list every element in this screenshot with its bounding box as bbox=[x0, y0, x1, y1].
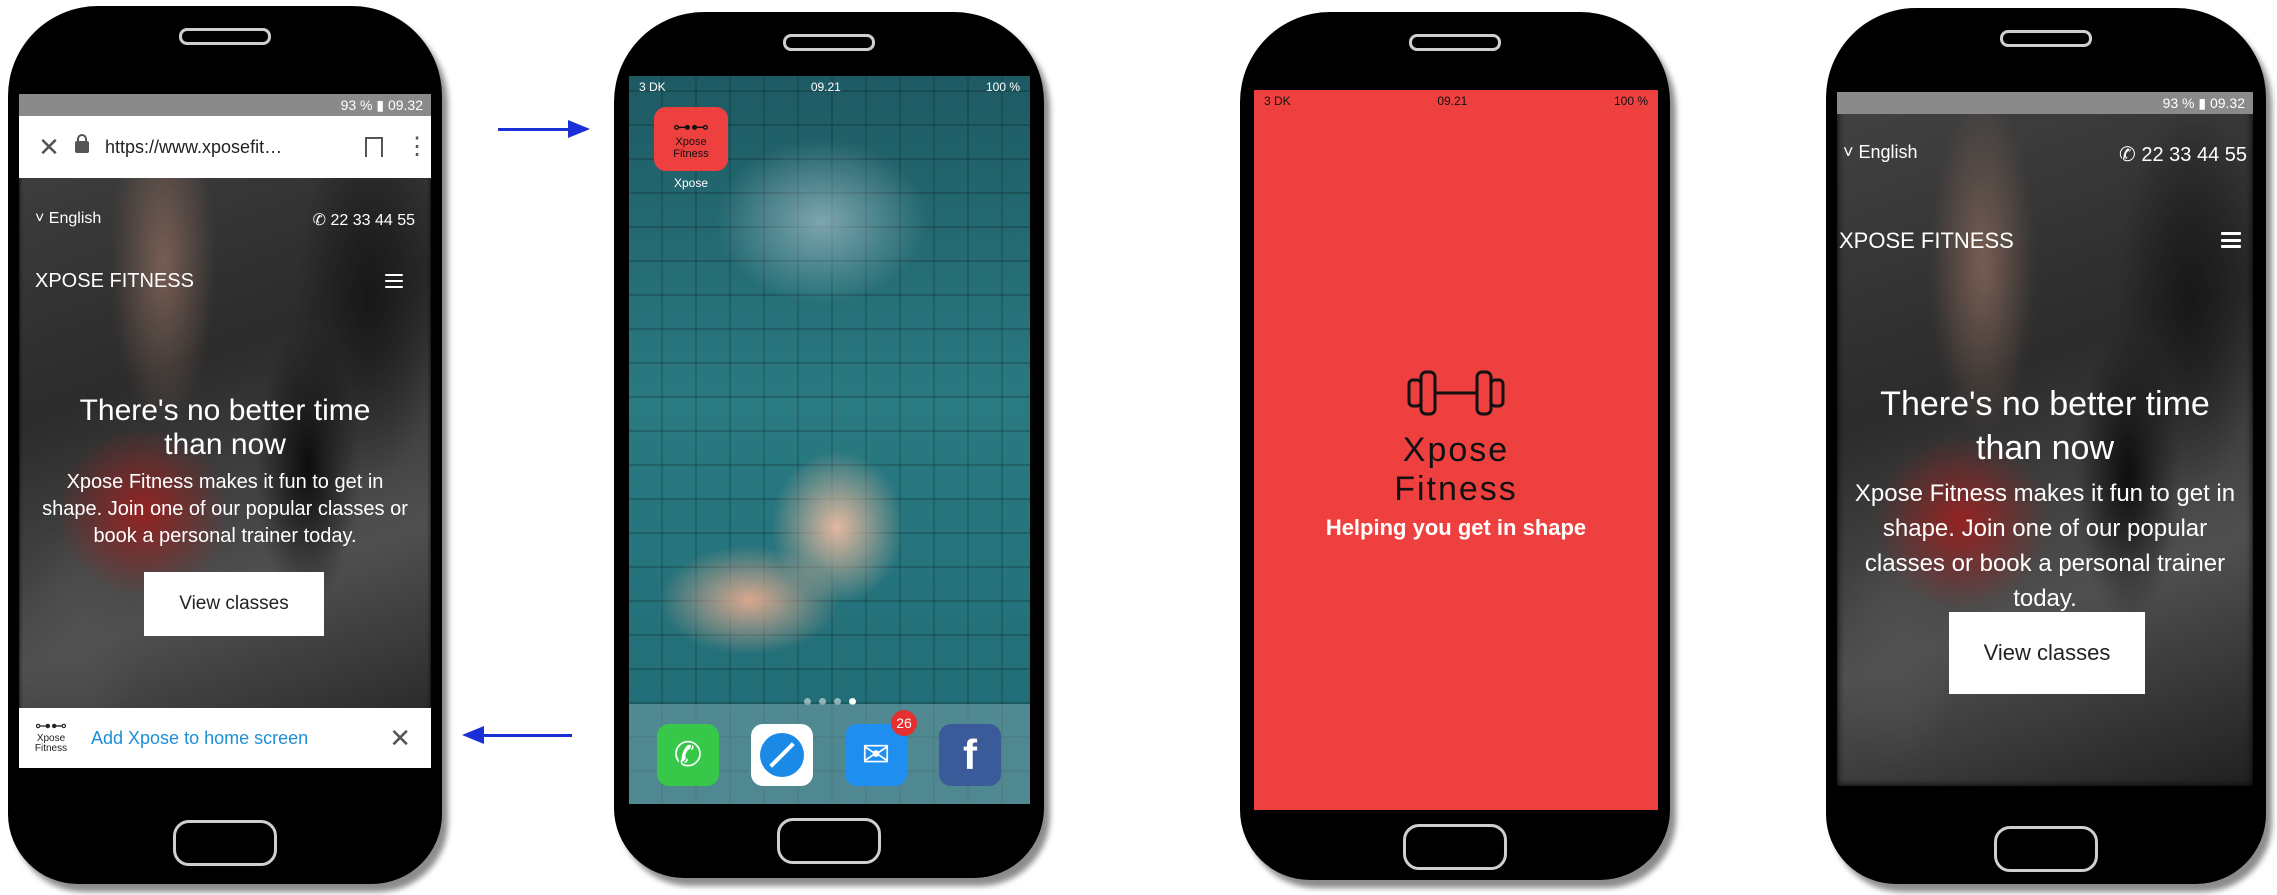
home-button[interactable] bbox=[777, 818, 881, 864]
lock-icon bbox=[75, 134, 89, 153]
safari-icon[interactable] bbox=[751, 724, 813, 786]
phone-1: 93 % ▮ 09.32 ✕ https://www.xposefit… ⋮ ˅… bbox=[8, 6, 442, 884]
phone-icon: ✆ bbox=[2119, 144, 2142, 166]
speaker bbox=[2000, 30, 2092, 47]
close-icon[interactable]: ✕ bbox=[389, 723, 411, 754]
xpose-app-icon[interactable]: ⊶⊷ Xpose Fitness bbox=[654, 107, 728, 171]
menu-icon[interactable] bbox=[2221, 232, 2241, 248]
logo-line-2: Fitness bbox=[1394, 470, 1518, 508]
app-label: Xpose bbox=[673, 176, 709, 190]
logo-line-1: Xpose bbox=[1402, 431, 1510, 469]
arrow-right bbox=[498, 120, 590, 138]
phone-icon: ✆ bbox=[312, 212, 331, 229]
phone-3-screen: 3 DK 09.21 100 % Xpose Fitness Helping y… bbox=[1254, 90, 1658, 810]
phone-4: 93 % ▮ 09.32 ˅ English ✆ 22 33 44 55 XPO… bbox=[1826, 8, 2266, 884]
chevron-down-icon: ˅ bbox=[35, 210, 49, 227]
hero-subtext: Xpose Fitness makes it fun to get in sha… bbox=[1854, 480, 2236, 612]
tagline: Helping you get in shape bbox=[1325, 515, 1587, 540]
phone-number[interactable]: ✆ 22 33 44 55 bbox=[313, 210, 415, 230]
dock: ✆ ✉ 26 f bbox=[629, 704, 1030, 804]
bookmark-icon[interactable] bbox=[365, 137, 383, 157]
add-to-home-link[interactable]: Add Xpose to home screen bbox=[91, 728, 389, 749]
chevron-down-icon: ˅ bbox=[1843, 142, 1859, 162]
mail-badge: 26 bbox=[891, 710, 917, 736]
status-bar: 93 % ▮ 09.32 bbox=[1837, 92, 2253, 114]
phone-app-icon[interactable]: ✆ bbox=[657, 724, 719, 786]
install-logo: ⊶⊷ Xpose Fitness bbox=[34, 718, 68, 754]
dumbbell-icon: ⊶⊷ bbox=[673, 117, 709, 137]
language-selector[interactable]: ˅ English bbox=[35, 210, 101, 230]
phone-4-screen: 93 % ▮ 09.32 ˅ English ✆ 22 33 44 55 XPO… bbox=[1837, 92, 2253, 786]
phone-1-screen: 93 % ▮ 09.32 ✕ https://www.xposefit… ⋮ ˅… bbox=[19, 94, 431, 768]
hero-title: There's no better time than now bbox=[1880, 385, 2210, 467]
site-topbar: ˅ English ✆ 22 33 44 55 bbox=[1837, 142, 2253, 167]
splash-logo: Xpose Fitness Helping you get in shape bbox=[1254, 360, 1658, 541]
speaker bbox=[1409, 34, 1501, 51]
view-classes-button[interactable]: View classes bbox=[144, 572, 324, 636]
more-icon[interactable]: ⋮ bbox=[405, 135, 429, 159]
status-bar: 3 DK 09.21 100 % bbox=[1264, 94, 1648, 108]
language-selector[interactable]: ˅ English bbox=[1843, 142, 1918, 167]
speaker bbox=[783, 34, 875, 51]
brand-logo[interactable]: XPOSE FITNESS bbox=[35, 270, 194, 293]
view-classes-button[interactable]: View classes bbox=[1949, 612, 2145, 694]
arrow-left bbox=[462, 726, 572, 744]
brand-logo[interactable]: XPOSE FITNESS bbox=[1839, 228, 2014, 254]
address-bar: ✕ https://www.xposefit… ⋮ bbox=[19, 116, 431, 178]
speaker bbox=[179, 28, 271, 45]
facebook-icon[interactable]: f bbox=[939, 724, 1001, 786]
hero-subtext: Xpose Fitness makes it fun to get in sha… bbox=[42, 471, 408, 547]
phone-number[interactable]: ✆ 22 33 44 55 bbox=[2119, 142, 2247, 167]
hero-title: There's no better time than now bbox=[79, 394, 371, 461]
url-field[interactable]: https://www.xposefit… bbox=[105, 137, 343, 158]
dumbbell-icon bbox=[1407, 370, 1505, 416]
phone-3: 3 DK 09.21 100 % Xpose Fitness Helping y… bbox=[1240, 12, 1670, 880]
add-to-home-banner[interactable]: ⊶⊷ Xpose Fitness Add Xpose to home screen… bbox=[19, 708, 431, 768]
phone-2-screen: 3 DK 09.21 100 % ⊶⊷ Xpose Fitness Xpose … bbox=[629, 76, 1030, 804]
phone-2: 3 DK 09.21 100 % ⊶⊷ Xpose Fitness Xpose … bbox=[614, 12, 1044, 878]
status-bar: 93 % ▮ 09.32 bbox=[19, 94, 431, 116]
close-icon[interactable]: ✕ bbox=[29, 132, 69, 163]
site-topbar: ˅ English ✆ 22 33 44 55 bbox=[19, 210, 431, 230]
menu-icon[interactable] bbox=[385, 274, 403, 288]
home-button[interactable] bbox=[1403, 824, 1507, 870]
status-bar: 3 DK 09.21 100 % bbox=[639, 80, 1020, 94]
home-button[interactable] bbox=[173, 820, 277, 866]
home-button[interactable] bbox=[1994, 826, 2098, 872]
